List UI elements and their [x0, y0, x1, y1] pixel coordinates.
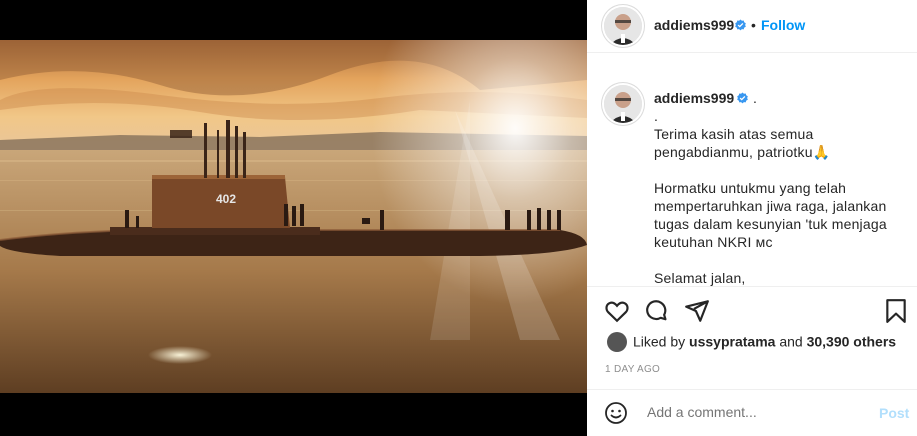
comment-input[interactable] [645, 403, 869, 421]
caption-area: addiems999 . . Terima kasih atas semua p… [587, 60, 917, 286]
first-liker-link[interactable]: ussypratama [689, 334, 775, 350]
likes-prefix: Liked by [633, 333, 690, 350]
header-separator: • [751, 17, 756, 33]
follow-button[interactable]: Follow [761, 17, 805, 33]
avatar-portrait-icon [604, 85, 642, 123]
caption-author-avatar[interactable] [604, 85, 642, 123]
likes-summary: Liked by ussypratama and 30,390 others [607, 332, 897, 353]
share-icon[interactable] [684, 298, 710, 324]
post-media-pane: 402 [0, 0, 587, 436]
post-timestamp[interactable]: 1 DAY AGO [605, 364, 660, 375]
caption-username[interactable]: addiems999 [654, 90, 734, 106]
author-avatar[interactable] [604, 7, 642, 45]
verified-icon [737, 92, 748, 104]
post-header: addiems999 • Follow [587, 0, 917, 53]
hull-number: 402 [216, 192, 236, 206]
verified-icon [735, 19, 746, 31]
submarine-sunset-image: 402 [0, 40, 587, 393]
liker-avatar[interactable] [607, 332, 627, 352]
comment-icon[interactable] [644, 298, 670, 324]
caption-suffix: . [753, 90, 757, 106]
divider [587, 389, 917, 390]
likes-middle: and [775, 333, 807, 350]
header-username[interactable]: addiems999 [654, 17, 734, 33]
post-comment-button[interactable]: Post [879, 405, 909, 421]
bookmark-icon[interactable] [883, 298, 909, 324]
likes-others-link[interactable]: 30,390 others [807, 334, 897, 350]
caption-paragraph: Selamat jalan, [654, 270, 746, 286]
post-photo[interactable]: 402 [0, 40, 587, 393]
caption-paragraph: . Terima kasih atas semua pengabdianmu, … [654, 108, 831, 160]
post-side-panel: addiems999 • Follow addiems999 . . Terim… [587, 0, 917, 436]
avatar-portrait-icon [604, 7, 642, 45]
emoji-icon[interactable] [604, 401, 628, 425]
caption-paragraph: Hormatku untukmu yang telah mempertaruhk… [654, 180, 887, 250]
heart-icon[interactable] [604, 298, 630, 324]
caption-text: . Terima kasih atas semua pengabdianmu, … [654, 107, 894, 286]
divider [587, 286, 917, 287]
